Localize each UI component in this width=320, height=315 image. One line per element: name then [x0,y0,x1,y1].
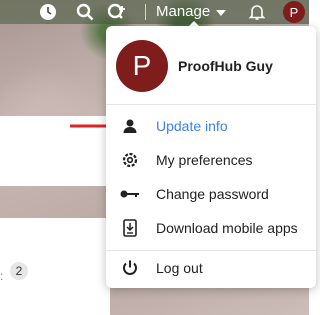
toolbar-divider [145,4,146,20]
menu-item-update-info[interactable]: Update info [106,109,316,143]
menu-item-log-out[interactable]: Log out [106,251,316,285]
user-icon [120,116,140,136]
gear-icon [120,150,140,170]
clock-icon[interactable] [38,2,58,22]
bell-icon[interactable] [247,2,267,22]
caret-down-icon [216,2,227,22]
user-dropdown-menu: P ProofHub Guy Update info My preference… [106,26,316,288]
top-bar: Manage P [0,0,309,24]
key-icon [120,184,140,204]
manage-menu[interactable]: Manage [156,2,227,22]
menu-item-download-mobile-apps[interactable]: Download mobile apps [106,211,316,245]
menu-item-change-password[interactable]: Change password [106,177,316,211]
power-icon [120,258,140,278]
quick-add-icon[interactable] [107,2,127,22]
menu-item-my-preferences[interactable]: My preferences [106,143,316,177]
profile-avatar: P [116,40,168,92]
search-icon[interactable] [75,2,95,22]
link-fragment: : [0,269,4,283]
menu-item-label: Log out [156,260,203,276]
dropdown-header: P ProofHub Guy [106,26,316,105]
manage-label: Manage [156,3,211,20]
menu-item-label: Update info [156,118,228,134]
count-badge: 2 [10,262,28,280]
menu-item-label: My preferences [156,152,253,168]
menu-item-label: Change password [156,186,269,202]
user-name: ProofHub Guy [178,58,273,74]
mobile-download-icon [120,218,140,238]
avatar[interactable]: P [283,1,305,23]
menu-item-label: Download mobile apps [156,220,298,236]
